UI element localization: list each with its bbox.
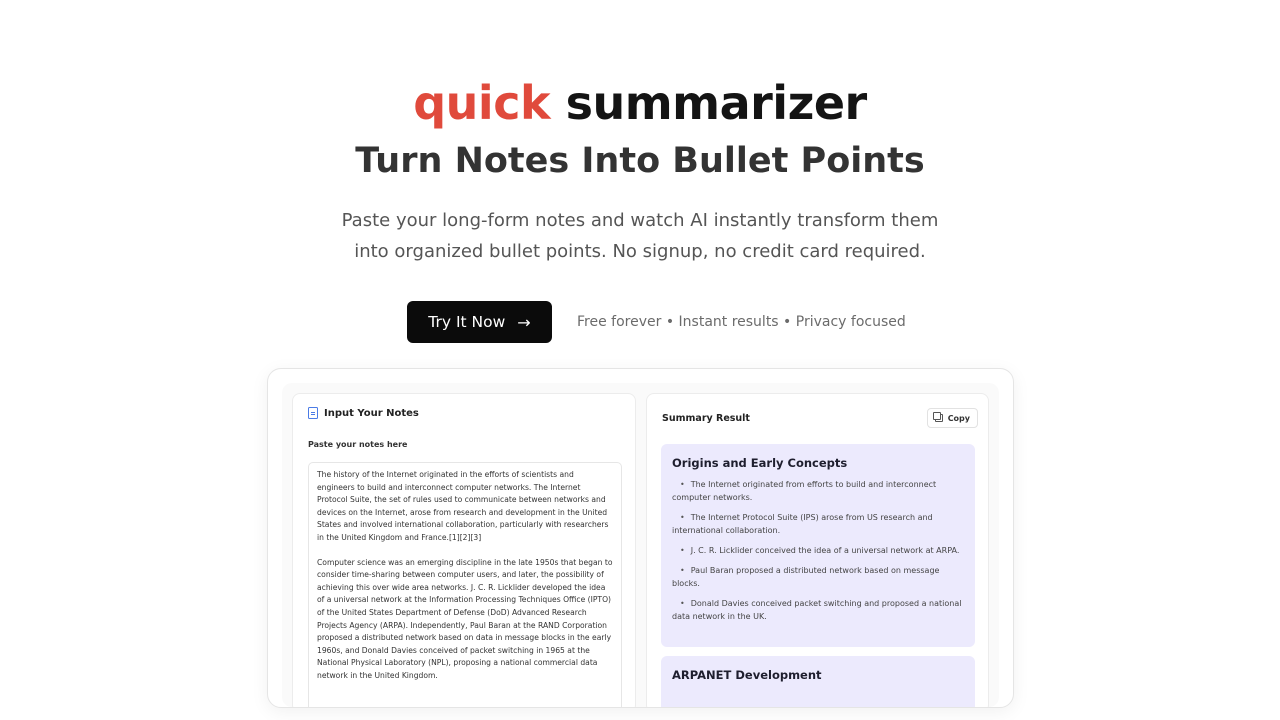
summary-bullet: • The Internet originated from efforts to… (672, 480, 937, 502)
try-it-now-button[interactable]: Try It Now → (407, 301, 552, 343)
demo-preview-frame: Input Your Notes Paste your notes here T… (267, 368, 1014, 708)
input-panel-title: Input Your Notes (324, 407, 419, 419)
summary-bullet: • Donald Davies conceived packet switchin… (672, 599, 962, 621)
summary-bullet: • Paul Baran proposed a distributed netwo… (672, 566, 940, 588)
brand-main-word: summarizer (565, 76, 868, 130)
try-it-now-label: Try It Now (428, 313, 506, 331)
cta-note: Free forever • Instant results • Privacy… (577, 314, 906, 330)
copy-icon (932, 412, 943, 422)
summary-bullet: • J. C. R. Licklider conceived the idea o… (680, 546, 960, 555)
arrow-right-icon: → (517, 312, 531, 332)
brand-accent-word: quick (413, 76, 551, 130)
summary-bullet: • The Internet Protocol Suite (IPS) arose… (672, 513, 933, 535)
summary-section: ARPANET Development (661, 656, 975, 707)
demo-preview: Input Your Notes Paste your notes here T… (282, 383, 999, 707)
input-panel-header: Input Your Notes (308, 407, 419, 419)
summary-panel-title: Summary Result (662, 413, 750, 424)
copy-button[interactable]: Copy (926, 408, 978, 428)
copy-button-label: Copy (947, 413, 970, 423)
notes-paragraph: Computer science was an emerging discipl… (317, 557, 613, 680)
summary-section-title: ARPANET Development (672, 668, 822, 682)
input-panel: Input Your Notes Paste your notes here T… (292, 393, 636, 707)
document-icon (308, 407, 318, 419)
notes-input-label: Paste your notes here (308, 440, 408, 449)
summary-panel: Summary Result Copy Origins and Early Co… (646, 393, 989, 707)
hero-description: Paste your long-form notes and watch AI … (341, 210, 939, 262)
notes-textarea[interactable]: The history of the Internet originated i… (308, 462, 622, 707)
cta-row: Try It Now → Free forever • Instant resu… (407, 301, 906, 343)
summary-section: Origins and Early Concepts • The Internet… (661, 444, 975, 647)
hero-subtitle: Turn Notes Into Bullet Points (355, 141, 925, 181)
hero-title: quick summarizer (0, 74, 1280, 132)
summary-section-title: Origins and Early Concepts (672, 456, 848, 470)
notes-paragraph: The history of the Internet originated i… (317, 470, 609, 542)
